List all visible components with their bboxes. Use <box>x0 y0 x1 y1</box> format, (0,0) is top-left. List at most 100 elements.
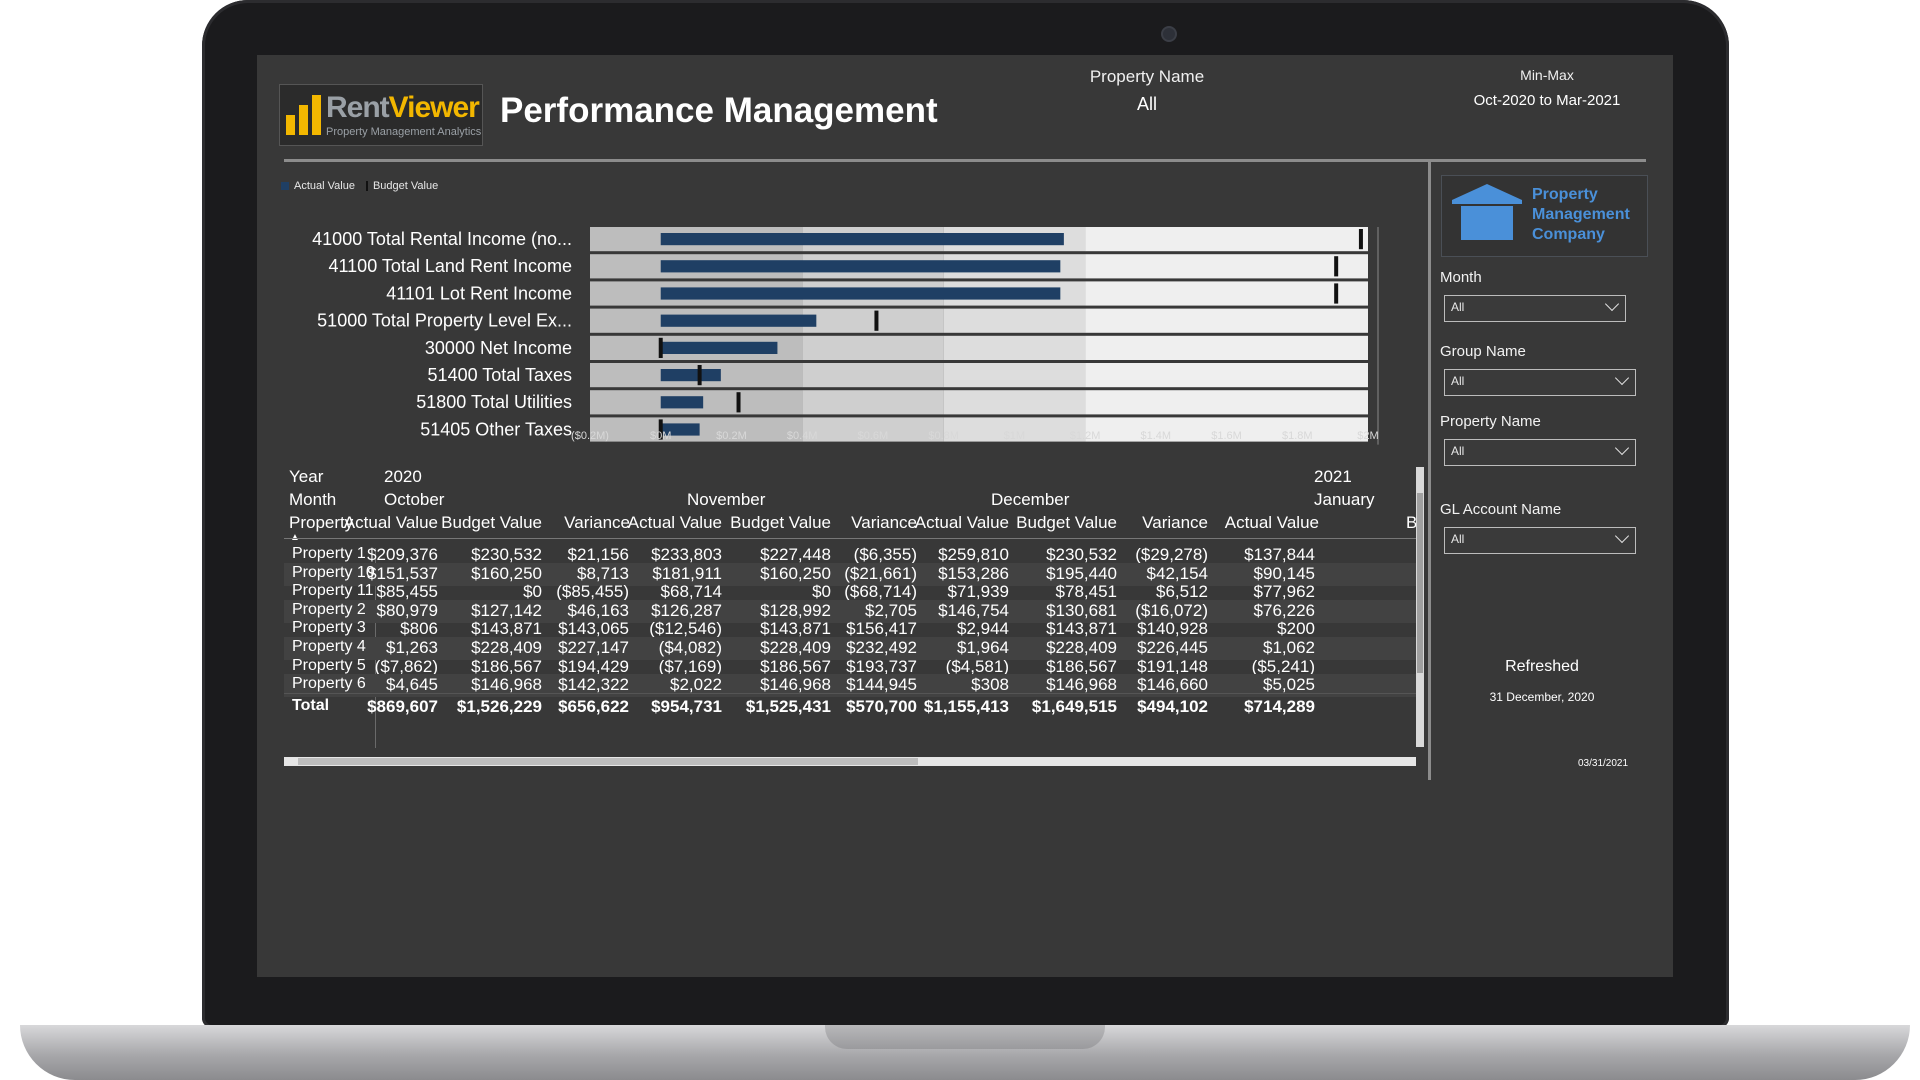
gl-account-dropdown-value: All <box>1451 532 1465 546</box>
house-logo-icon <box>1452 184 1522 240</box>
category-label: 30000 Net Income <box>425 338 572 358</box>
actual-bar <box>660 314 817 327</box>
property-name-dropdown-value: All <box>1451 444 1465 458</box>
column-header[interactable]: Variance <box>851 513 917 533</box>
month-dropdown[interactable]: All <box>1444 295 1626 322</box>
property-name-cell: Property 3 <box>292 619 366 637</box>
actual-bar <box>660 396 704 409</box>
date-range-value: Oct-2020 to Mar-2021 <box>1473 92 1621 109</box>
qualitative-band <box>943 335 1086 360</box>
x-tick-label: $0.8M <box>928 430 959 442</box>
qualitative-band <box>1085 308 1368 333</box>
laptop-notch <box>825 1025 1105 1049</box>
qualitative-band <box>1085 363 1368 388</box>
value-cell: $714,289 <box>1244 697 1315 716</box>
budget-marker <box>697 365 702 386</box>
financial-matrix[interactable]: Year Month Property ▲ 2020 2021 October … <box>284 465 1424 768</box>
header-divider-line <box>284 538 1416 539</box>
x-tick-label: $0.6M <box>858 430 889 442</box>
property-name-cell: Property 5 <box>292 656 366 674</box>
company-logo-text: Property Management Company <box>1532 186 1630 243</box>
property-name-slicer-label: Property Name <box>1440 413 1541 430</box>
x-tick-label: $0.2M <box>716 430 747 442</box>
bullet-chart[interactable]: 41000 Total Rental Income (no... 41100 To… <box>257 55 1427 455</box>
x-tick-label: $0M <box>650 430 671 442</box>
value-cell: $1,155,413 <box>923 697 1009 716</box>
qualitative-band <box>802 335 944 360</box>
category-label: 41000 Total Rental Income (no... <box>312 229 572 249</box>
column-header[interactable]: Actual Value <box>1225 513 1319 533</box>
total-row[interactable]: Total $869,607 $1,526,229 $656,622 $954,731 $… <box>284 696 1416 719</box>
property-name-cell: Property 10 <box>292 563 375 581</box>
x-tick-label: $0.4M <box>787 430 818 442</box>
rows-clip-line <box>284 693 1416 694</box>
value-cell: $869,607 <box>367 697 438 716</box>
column-header[interactable]: Actual Value <box>344 513 438 533</box>
actual-bar <box>660 233 1064 246</box>
chevron-down-icon <box>1614 370 1630 386</box>
property-name-dropdown[interactable]: All <box>1444 439 1636 466</box>
month-january-header[interactable]: January <box>1314 490 1374 510</box>
x-tick-label: $1.8M <box>1282 430 1313 442</box>
month-december-header[interactable]: December <box>991 490 1069 510</box>
total-label: Total <box>292 697 330 714</box>
column-header[interactable]: B <box>1406 513 1416 533</box>
qualitative-band <box>943 363 1086 388</box>
group-name-slicer-label: Group Name <box>1440 343 1526 360</box>
year-2021-header[interactable]: 2021 <box>1314 467 1352 487</box>
category-label: 51800 Total Utilities <box>416 392 572 412</box>
qualitative-band <box>1085 335 1368 360</box>
category-label: 41101 Lot Rent Income <box>386 283 572 303</box>
x-tick-label: $2M <box>1357 430 1378 442</box>
actual-bar <box>660 287 1061 300</box>
budget-marker <box>658 337 663 358</box>
qualitative-band <box>1085 390 1368 415</box>
x-tick-label: $1.6M <box>1211 430 1242 442</box>
qualitative-band <box>1085 254 1368 279</box>
month-november-header[interactable]: November <box>687 490 765 510</box>
property-name-cell: Property 4 <box>292 638 366 655</box>
year-2020-header[interactable]: 2020 <box>384 467 422 487</box>
chevron-down-icon <box>1614 528 1630 544</box>
value-cell: $954,731 <box>651 697 722 716</box>
actual-bar <box>660 369 721 382</box>
qualitative-band <box>943 308 1086 333</box>
value-cell: $656,622 <box>558 697 629 716</box>
budget-marker <box>1334 256 1339 277</box>
refreshed-date: 31 December, 2020 <box>1489 690 1595 704</box>
value-cell: $570,700 <box>846 697 917 716</box>
actual-bar <box>660 260 1061 273</box>
column-header[interactable]: Actual Value <box>628 513 722 533</box>
gl-account-dropdown[interactable]: All <box>1444 527 1636 554</box>
qualitative-band <box>943 390 1086 415</box>
property-name-cell: Property 6 <box>292 675 366 693</box>
value-cell: $1,525,431 <box>745 697 831 716</box>
budget-marker <box>736 392 741 413</box>
column-header[interactable]: Variance <box>564 513 630 533</box>
group-name-dropdown[interactable]: All <box>1444 369 1636 396</box>
column-header[interactable]: Budget Value <box>441 513 542 533</box>
column-header[interactable]: Budget Value <box>1016 513 1117 533</box>
month-october-header[interactable]: October <box>384 490 444 510</box>
gl-account-slicer-label: GL Account Name <box>1440 501 1562 518</box>
vertical-scrollbar[interactable] <box>1416 467 1424 747</box>
horizontal-scrollbar[interactable] <box>284 757 1416 766</box>
qualitative-band <box>1085 281 1368 306</box>
webcam-icon <box>1161 26 1177 42</box>
actual-bar <box>660 341 778 354</box>
qualitative-band <box>1085 227 1368 252</box>
qualitative-band <box>802 363 944 388</box>
column-header[interactable]: Variance <box>1142 513 1208 533</box>
category-label: 51400 Total Taxes <box>428 365 572 385</box>
month-slicer-label: Month <box>1440 269 1482 286</box>
chevron-down-icon <box>1604 296 1620 312</box>
column-header[interactable]: Actual Value <box>915 513 1009 533</box>
category-label: 41100 Total Land Rent Income <box>328 256 572 276</box>
qualitative-band <box>802 390 944 415</box>
company-logo: Property Management Company <box>1441 175 1648 257</box>
chevron-down-icon <box>1614 440 1630 456</box>
report-date: 03/31/2021 <box>1578 758 1629 769</box>
column-header[interactable]: Budget Value <box>730 513 831 533</box>
value-cell: $1,649,515 <box>1031 697 1117 716</box>
property-name-cell: Property 1 <box>292 545 366 562</box>
